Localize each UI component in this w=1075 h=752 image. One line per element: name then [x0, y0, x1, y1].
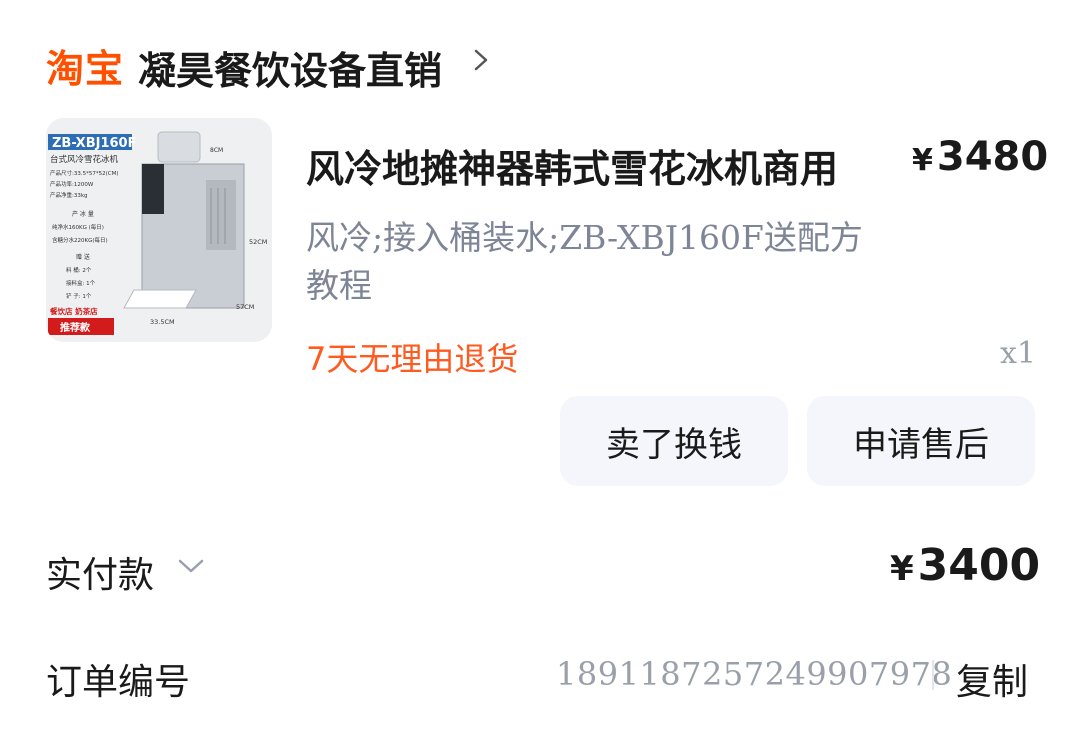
image-output-1: 纯净水160KG (每日): [52, 223, 104, 231]
paid-amount: ¥3400: [890, 540, 1040, 591]
product-quantity: x1: [1000, 336, 1037, 371]
image-spec-size: 产品尺寸:33.5*57*52(CM): [50, 169, 118, 177]
order-number: 1891187257249907978: [556, 655, 953, 693]
chevron-down-icon[interactable]: [177, 556, 205, 576]
chevron-right-icon[interactable]: [470, 48, 492, 72]
image-dim-top: 8CM: [210, 147, 223, 154]
shop-name[interactable]: 凝昊餐饮设备直销: [138, 40, 442, 95]
after-sale-button[interactable]: 申请售后: [807, 396, 1035, 486]
image-gift-title: 赠 送: [76, 253, 90, 261]
product-spec: 风冷;接入桶装水;ZB-XBJ160F送配方教程: [306, 218, 863, 305]
image-gift-2: 接料盒: 1个: [66, 279, 96, 287]
image-dim-height: 52CM: [249, 238, 267, 246]
currency-symbol: ¥: [890, 549, 914, 589]
image-gift-3: 铲 子: 1个: [66, 292, 92, 300]
image-spec-power: 产品功率:1200W: [50, 180, 94, 188]
price-value: 3480: [936, 134, 1049, 180]
product-title[interactable]: 风冷地摊神器韩式雪花冰机商用: [306, 138, 838, 193]
divider: [932, 660, 934, 690]
sell-button[interactable]: 卖了换钱: [560, 396, 788, 486]
product-price: ¥3480: [912, 134, 1048, 180]
image-gift-1: 料 桶: 2个: [66, 266, 92, 274]
image-dim-depth: 57CM: [236, 303, 254, 311]
paid-amount-label[interactable]: 实付款: [46, 546, 154, 598]
image-banner: 餐饮店 奶茶店: [49, 306, 98, 316]
image-subtitle: 台式风冷雪花冰机: [50, 154, 119, 165]
currency-symbol: ¥: [912, 143, 933, 178]
image-badge: 推荐款: [60, 321, 91, 334]
image-spec-weight: 产品净重:33kg: [50, 191, 88, 199]
paid-amount-value: 3400: [917, 540, 1041, 591]
product-image[interactable]: ZB-XBJ160F 台式风冷雪花冰机 产品尺寸:33.5*57*52(CM) …: [46, 118, 272, 342]
copy-button[interactable]: 复制: [956, 653, 1028, 705]
taobao-logo[interactable]: 淘宝: [46, 38, 124, 93]
image-dim-width: 33.5CM: [150, 318, 175, 326]
image-output-title: 产 冰 量: [72, 210, 94, 218]
image-model-label: ZB-XBJ160F: [52, 136, 136, 151]
order-number-label: 订单编号: [46, 662, 191, 703]
image-output-2: 含糖分水220KG(每日): [52, 236, 108, 244]
return-policy: 7天无理由退货: [306, 340, 519, 378]
